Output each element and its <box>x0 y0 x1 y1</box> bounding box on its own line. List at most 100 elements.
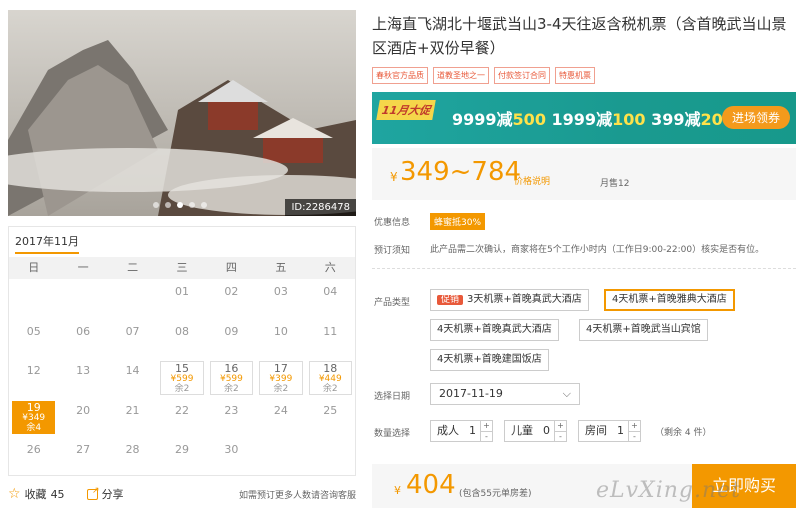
weekday-label: 五 <box>275 261 287 274</box>
day-number: 17 <box>273 362 288 375</box>
remaining-stock: （剩余 4 件） <box>655 428 712 438</box>
customer-service-note[interactable]: 如需预订更多人数请咨询客服 <box>239 488 356 501</box>
increment-button[interactable]: + <box>481 421 492 432</box>
room-quantity-stepper[interactable]: 房间 1 + - <box>578 420 641 442</box>
day-number: 15 <box>174 362 189 375</box>
weekday-label: 一 <box>77 261 89 274</box>
decrement-button[interactable]: - <box>555 432 566 442</box>
total-included-note: (包含55元单房差) <box>459 489 532 499</box>
carousel-dot[interactable] <box>189 202 195 208</box>
day-number: 13 <box>76 364 91 377</box>
calendar-day: 20 <box>58 398 107 438</box>
day-number: 10 <box>273 324 288 338</box>
day-number: 29 <box>174 443 189 456</box>
deal-threshold: 9999减 <box>452 110 513 129</box>
calendar-day: 06 <box>58 319 107 359</box>
weekday-label: 日 <box>28 261 40 274</box>
promo-info-label: 优惠信息 <box>374 218 411 228</box>
calendar-day-grid: 01 02 03 04 05 06 07 08 09 10 11 12 13 14 15 ¥599 余2 16 ¥5… <box>9 279 355 477</box>
product-type-label: 产品类型 <box>374 298 411 308</box>
calendar-month-tab[interactable]: 2017年11月 <box>9 227 355 257</box>
booking-notice-text: 此产品需二次确认，商家将在5个工作小时内（工作日9:00-22:00）核实是否有… <box>430 245 765 255</box>
day-number: 22 <box>174 403 189 417</box>
room-value[interactable]: 1 <box>613 421 628 441</box>
deal-discount: 100 <box>612 110 646 129</box>
day-price: ¥599 <box>170 374 194 384</box>
calendar-day: 05 <box>9 319 58 359</box>
favorite-button[interactable]: ☆ 收藏 45 <box>8 486 65 502</box>
calendar-weekday-header: 日一二三四五六 <box>9 257 355 279</box>
calendar-day-available[interactable]: 17 ¥399 余2 <box>259 361 303 395</box>
mountain-temple-illustration <box>8 10 356 216</box>
child-label: 儿童 <box>511 424 533 437</box>
deal-threshold: 1999减 <box>551 110 613 129</box>
star-icon: ☆ <box>8 486 21 502</box>
calendar-day: 29 <box>157 437 206 477</box>
day-number: 30 <box>224 443 239 456</box>
weekday-label: 三 <box>176 261 188 274</box>
date-select[interactable]: 2017-11-19 ⌵ <box>430 383 580 405</box>
day-number: 09 <box>224 324 239 338</box>
deal-threshold: 399减 <box>651 110 701 129</box>
day-number: 23 <box>224 403 239 417</box>
increment-button[interactable]: + <box>555 421 566 432</box>
day-remaining: 余2 <box>273 384 289 394</box>
calendar-day: 04 <box>306 279 355 319</box>
day-number: 07 <box>125 324 140 338</box>
carousel-dots[interactable] <box>153 202 207 208</box>
calendar-day: 02 <box>207 279 256 319</box>
increment-button[interactable]: + <box>629 421 640 432</box>
day-number: 19 <box>26 400 41 414</box>
calendar-day-empty <box>9 279 58 319</box>
day-number: 05 <box>26 324 41 338</box>
product-hero-image: ID:2286478 <box>8 10 356 216</box>
share-button[interactable]: ↗ 分享 <box>86 486 124 502</box>
day-price: ¥399 <box>269 374 293 384</box>
calendar-day-available[interactable]: 19 ¥349 余4 <box>12 400 56 434</box>
adult-value[interactable]: 1 <box>465 421 480 441</box>
calendar-day-available[interactable]: 15 ¥599 余2 <box>160 361 204 395</box>
product-type-option-label: 3天机票+首晚真武大酒店 <box>467 294 582 305</box>
calendar-day: 09 <box>207 319 256 359</box>
calendar-day-empty <box>58 279 107 319</box>
promo-deals: 9999减500 1999减100 399减20 <box>452 106 723 130</box>
calendar-day: 13 <box>58 358 107 398</box>
product-tags: 春秋官方品质 道教圣地之一 付款签订合同 特惠机票 <box>372 67 595 84</box>
calendar-day-available[interactable]: 18 ¥449 余2 <box>308 361 352 395</box>
calendar-day: 03 <box>256 279 305 319</box>
carousel-dot[interactable] <box>201 202 207 208</box>
adult-quantity-stepper[interactable]: 成人 1 + - <box>430 420 493 442</box>
calendar-day: 22 <box>157 398 206 438</box>
carousel-dot-active[interactable] <box>177 202 183 208</box>
calendar-day: 07 <box>108 319 157 359</box>
calendar-day: 30 <box>207 437 256 477</box>
share-label: 分享 <box>101 488 124 501</box>
day-price: ¥449 <box>318 374 342 384</box>
price-range: 349~784 <box>400 157 522 187</box>
day-number: 12 <box>26 364 41 377</box>
promo-banner[interactable]: 11月大促 9999减500 1999减100 399减20 进场领券 <box>372 92 796 144</box>
product-type-option[interactable]: 4天机票+首晚建国饭店 <box>430 349 549 371</box>
decrement-button[interactable]: - <box>629 432 640 442</box>
decrement-button[interactable]: - <box>481 432 492 442</box>
day-number: 18 <box>323 362 338 375</box>
day-number: 25 <box>323 403 338 417</box>
product-type-option[interactable]: 促销 3天机票+首晚真武大酒店 <box>430 289 589 311</box>
carousel-dot[interactable] <box>153 202 159 208</box>
day-price: ¥599 <box>219 374 243 384</box>
share-icon: ↗ <box>86 486 100 500</box>
child-value[interactable]: 0 <box>539 421 554 441</box>
day-number: 08 <box>174 324 189 338</box>
carousel-dot[interactable] <box>165 202 171 208</box>
calendar-day: 10 <box>256 319 305 359</box>
child-quantity-stepper[interactable]: 儿童 0 + - <box>504 420 567 442</box>
day-number: 11 <box>323 324 338 338</box>
get-coupon-button[interactable]: 进场领券 <box>721 106 790 129</box>
day-remaining: 余2 <box>224 384 239 394</box>
calendar-day-available[interactable]: 16 ¥599 余2 <box>209 361 254 395</box>
product-type-option-selected[interactable]: 4天机票+首晚雅典大酒店 <box>604 289 735 311</box>
price-explain-link[interactable]: 价格说明 <box>514 174 550 187</box>
product-type-option[interactable]: 4天机票+首晚武当山宾馆 <box>579 319 708 341</box>
section-divider <box>372 268 796 269</box>
product-type-option[interactable]: 4天机票+首晚真武大酒店 <box>430 319 559 341</box>
